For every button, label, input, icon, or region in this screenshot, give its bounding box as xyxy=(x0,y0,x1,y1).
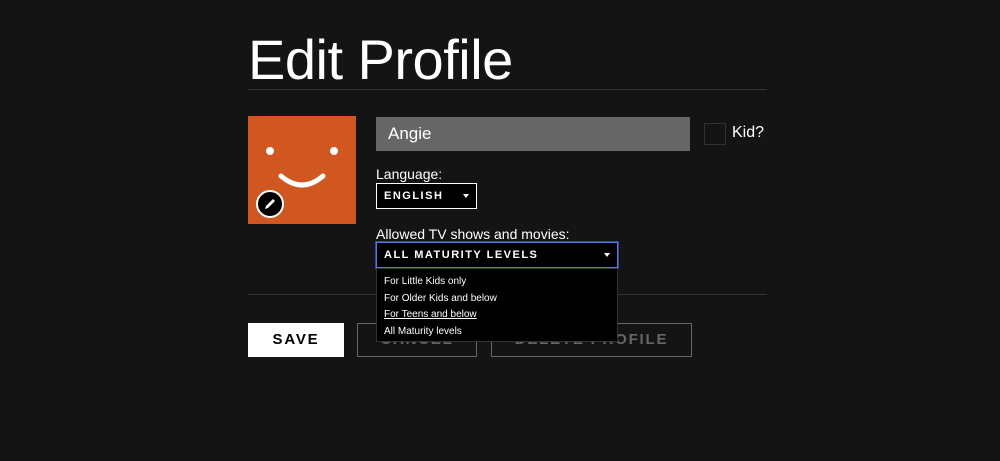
language-select[interactable]: ENGLISH xyxy=(376,183,477,209)
maturity-label: Allowed TV shows and movies: xyxy=(376,226,570,242)
maturity-option[interactable]: For Teens and below xyxy=(377,307,617,324)
pencil-icon xyxy=(265,199,275,209)
save-button[interactable]: SAVE xyxy=(248,323,344,357)
language-selected-value: ENGLISH xyxy=(384,190,444,202)
language-label: Language: xyxy=(376,166,443,182)
kid-label: Kid? xyxy=(732,124,765,141)
maturity-option[interactable]: For Older Kids and below xyxy=(377,291,617,308)
profile-name-input[interactable] xyxy=(376,117,690,151)
edit-profile-page: Edit Profile Kid? Language: ENGLISH Allo… xyxy=(0,0,1000,461)
maturity-option[interactable]: For Little Kids only xyxy=(377,274,617,291)
chevron-down-icon xyxy=(604,253,610,257)
maturity-dropdown-list: For Little Kids only For Older Kids and … xyxy=(376,268,618,342)
maturity-selected-value: ALL MATURITY LEVELS xyxy=(384,249,539,261)
chevron-down-icon xyxy=(463,194,469,198)
kid-checkbox[interactable] xyxy=(704,123,726,145)
maturity-option[interactable]: All Maturity levels xyxy=(377,324,617,341)
edit-avatar-button[interactable] xyxy=(256,190,284,218)
page-title: Edit Profile xyxy=(248,28,513,91)
header-divider xyxy=(248,89,767,90)
maturity-select[interactable]: ALL MATURITY LEVELS xyxy=(376,242,618,268)
